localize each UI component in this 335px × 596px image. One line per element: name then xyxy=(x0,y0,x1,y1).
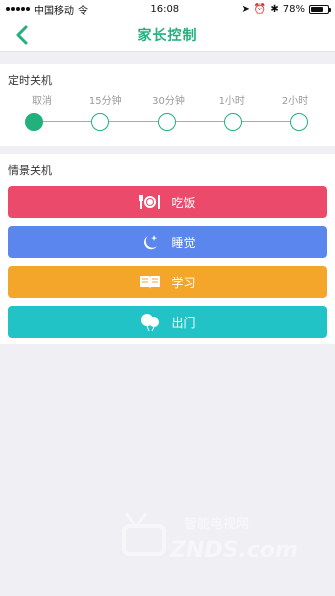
status-left: 中国移动 令 xyxy=(6,2,88,17)
timer-section-title: 定时关机 xyxy=(8,74,52,87)
battery-percent: 78% xyxy=(282,3,305,15)
balloon-icon xyxy=(139,313,161,331)
status-bar: 中国移动 令 16:08 ➤ ⏰ ✱ 78% xyxy=(0,0,335,18)
page-title: 家长控制 xyxy=(137,27,198,44)
battery-icon xyxy=(308,4,331,14)
timer-label: 30分钟 xyxy=(152,96,185,107)
bluetooth-icon: ✱ xyxy=(270,3,279,15)
timer-option-node[interactable] xyxy=(157,113,176,131)
timer-option-node[interactable] xyxy=(25,113,43,131)
battery-fill xyxy=(310,6,324,12)
timer-option-node[interactable] xyxy=(223,113,242,131)
timer-option-node[interactable] xyxy=(91,113,110,131)
dining-icon xyxy=(139,193,161,211)
scene-button-label: 吃饭 xyxy=(171,195,196,210)
signal-strength-icon xyxy=(6,7,30,11)
scene-button-sleep[interactable]: 睡觉 xyxy=(8,226,327,258)
carrier-label: 中国移动 xyxy=(34,5,74,17)
scene-section-title: 情景关机 xyxy=(8,164,52,177)
scene-button-go-out[interactable]: 出门 xyxy=(8,306,327,338)
watermark-text-en: ZNDS.com xyxy=(169,538,298,563)
timer-slider[interactable] xyxy=(25,110,308,134)
timer-option-node[interactable] xyxy=(290,113,308,131)
status-right: ➤ ⏰ ✱ 78% xyxy=(241,3,331,15)
scene-button-eat[interactable]: 吃饭 xyxy=(8,186,327,218)
moon-star-icon xyxy=(139,233,161,251)
timer-section: 定时关机 取消 15分钟 30分钟 1小时 2小时 xyxy=(0,64,335,146)
scene-button-label: 出门 xyxy=(171,315,196,330)
alarm-icon: ⏰ xyxy=(253,3,267,15)
timer-label: 1小时 xyxy=(218,96,245,107)
timer-label: 取消 xyxy=(32,96,52,107)
nav-bar: 家长控制 xyxy=(0,18,335,52)
scene-section: 情景关机 吃饭 睡觉 学习 出门 xyxy=(0,154,335,344)
wifi-icon: 令 xyxy=(78,5,88,17)
clock: 16:08 xyxy=(150,3,180,15)
timer-labels: 取消 15分钟 30分钟 1小时 2小时 xyxy=(8,92,327,107)
scene-button-label: 睡觉 xyxy=(171,235,196,250)
timer-label: 2小时 xyxy=(281,96,309,107)
timer-label: 15分钟 xyxy=(88,96,122,107)
chevron-left-icon xyxy=(16,25,28,45)
location-icon: ➤ xyxy=(241,3,250,15)
scene-button-study[interactable]: 学习 xyxy=(8,266,327,298)
watermark-text-cn: 智能电视网 xyxy=(184,516,249,532)
back-button[interactable] xyxy=(8,22,36,48)
scene-button-label: 学习 xyxy=(171,275,196,290)
book-icon xyxy=(139,273,161,291)
